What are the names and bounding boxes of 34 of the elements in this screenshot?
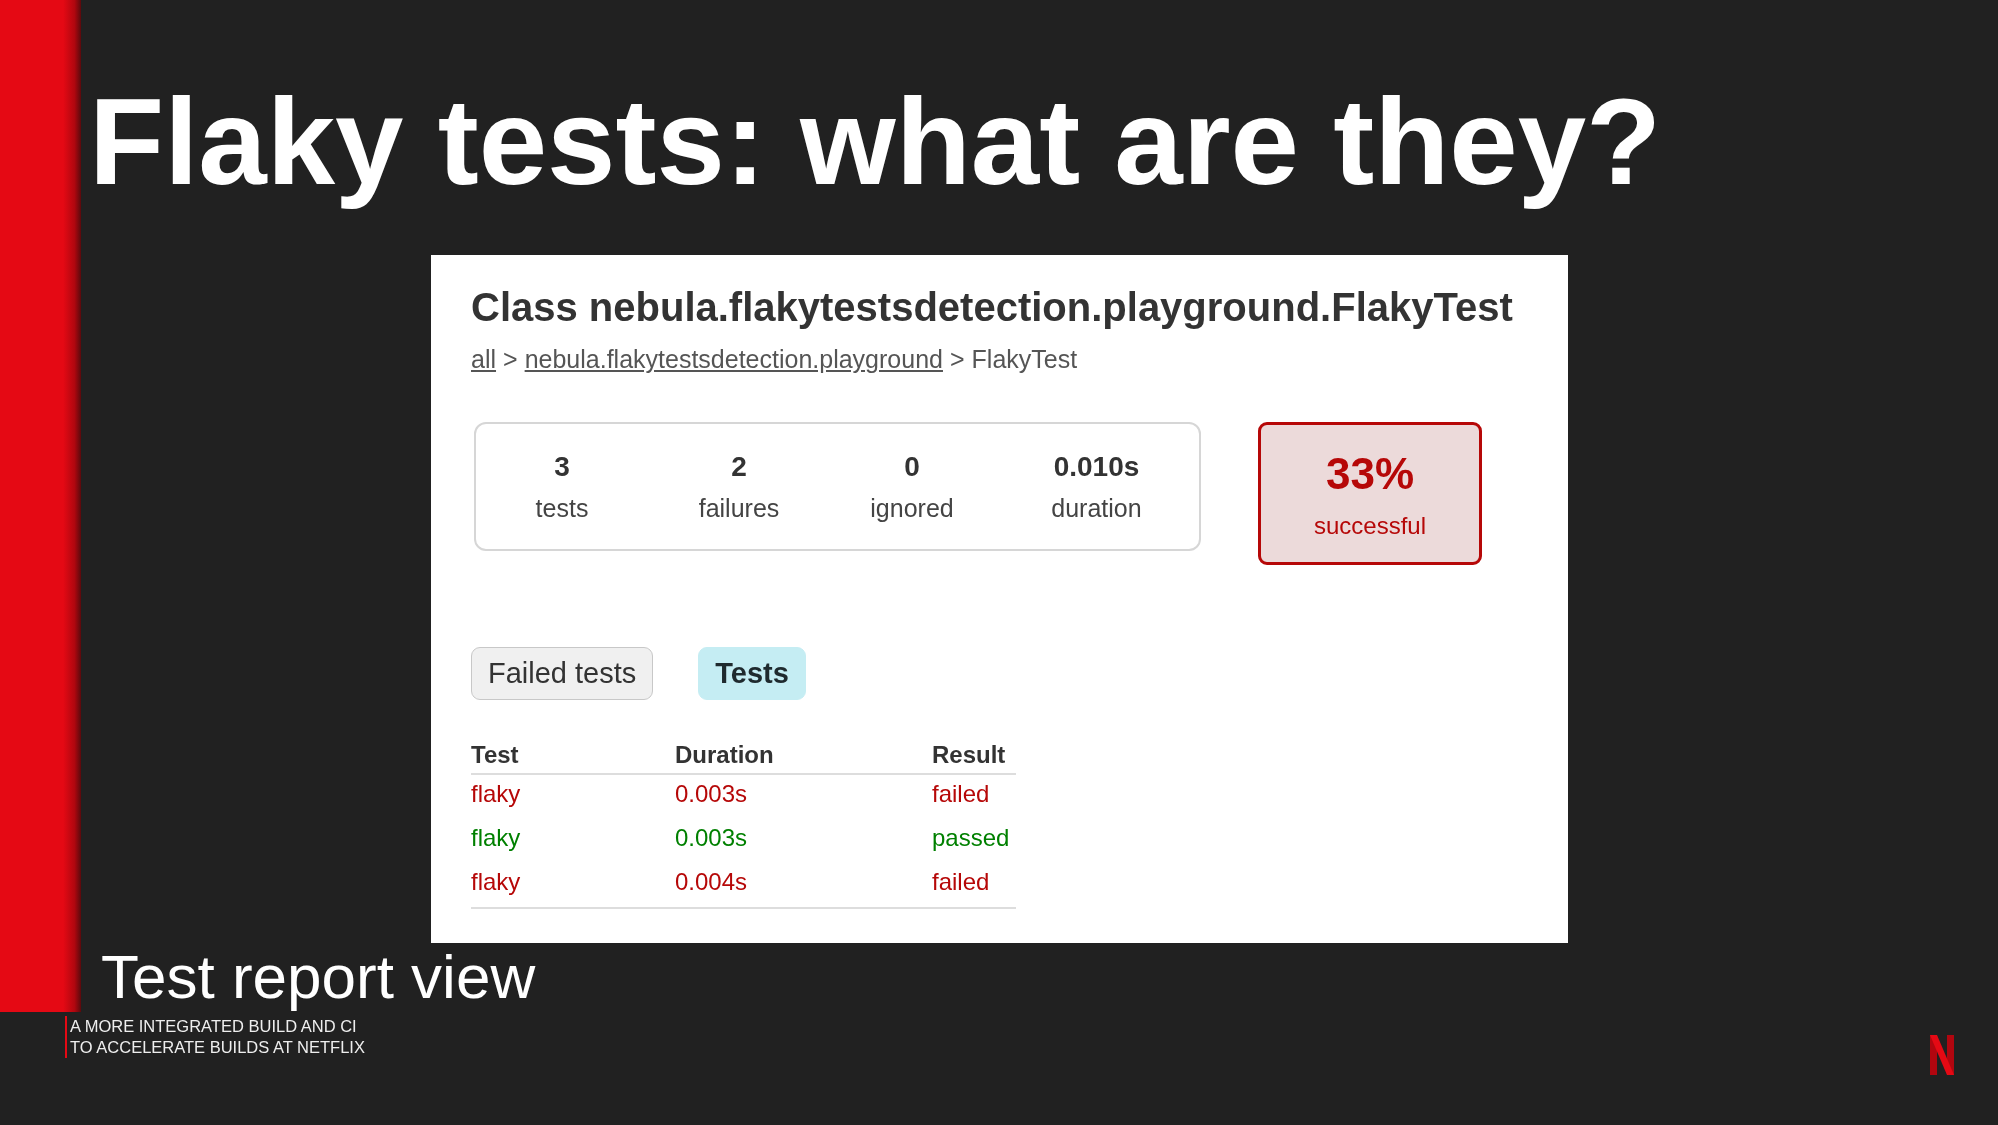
counter-value: 3 (554, 451, 570, 484)
table-cell: flaky (471, 774, 675, 820)
counter-label: duration (1051, 494, 1142, 524)
table-cell: failed (932, 863, 1016, 909)
breadcrumb-link[interactable]: all (471, 345, 496, 375)
breadcrumb-separator: > (503, 345, 518, 375)
report-heading: Class nebula.flakytestsdetection.playground.FlakyTest (471, 284, 1513, 331)
success-rate-label: successful (1313, 511, 1426, 540)
section-title: Test report view (101, 943, 536, 1012)
counter-label: tests (535, 494, 589, 524)
counter-label: ignored (870, 494, 954, 524)
tab[interactable]: Tests (698, 647, 806, 701)
counter-value: 0 (904, 451, 920, 484)
slide-title: Flaky tests: what are they? (89, 72, 1662, 212)
counter-value: 2 (731, 451, 747, 484)
table-cell: 0.003s (675, 774, 932, 820)
table-cell-text: passed (932, 823, 1011, 854)
column-header: Test (471, 739, 675, 775)
logo-icon (1930, 1035, 1954, 1075)
breadcrumb-link[interactable]: nebula.flakytestsdetection.playground (524, 345, 943, 375)
tab[interactable]: Failed tests (471, 647, 654, 701)
counter-value: 0.010s (1053, 451, 1140, 484)
breadcrumb-current: FlakyTest (971, 345, 1078, 375)
table-cell: failed (932, 774, 1016, 820)
table-cell: flaky (471, 819, 675, 864)
table-cell: flaky (471, 863, 675, 909)
column-header: Result (932, 739, 1016, 775)
column-header: Duration (675, 739, 932, 775)
success-rate-value: 33% (1325, 449, 1415, 500)
talk-title: A MORE INTEGRATED BUILD AND CI TO ACCELERATE BUILDS AT NETFLIX (65, 1016, 365, 1058)
table-cell-text: 0.003s (675, 823, 749, 854)
breadcrumb-separator: > (949, 345, 965, 375)
counter-label: failures (698, 494, 780, 524)
table-cell: 0.004s (675, 863, 932, 909)
